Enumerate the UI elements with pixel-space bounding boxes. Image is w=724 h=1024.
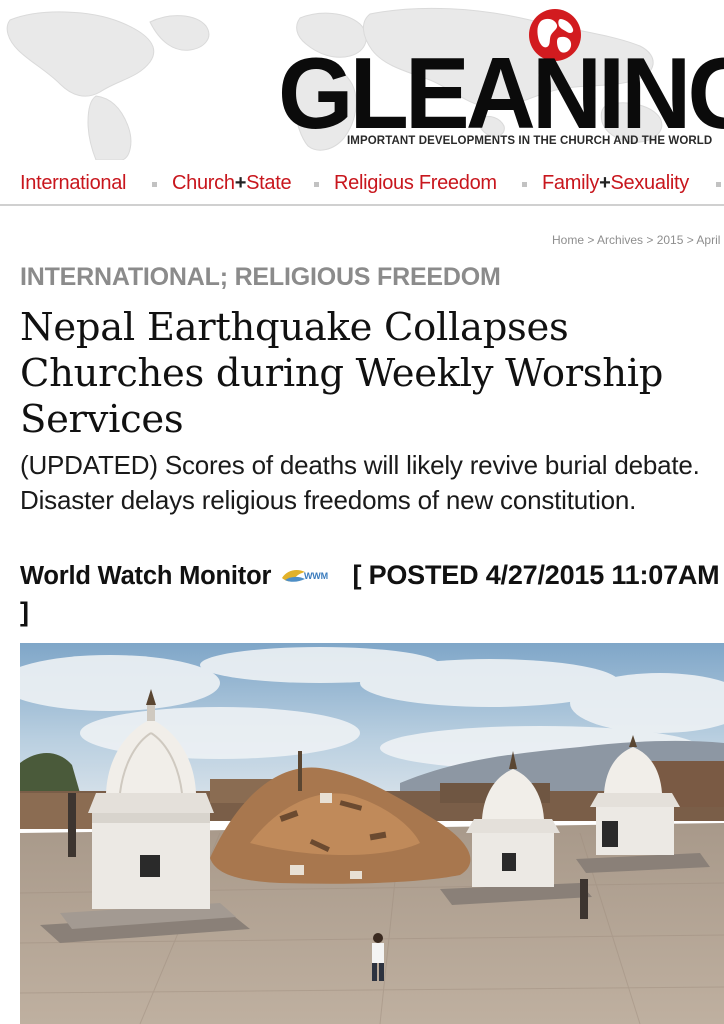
- nav-item-family-sexuality[interactable]: Family+Sexuality: [542, 172, 689, 195]
- nav-item-religious-freedom[interactable]: Religious Freedom: [334, 172, 497, 195]
- article-deck: (UPDATED) Scores of deaths will likely r…: [20, 450, 700, 515]
- site-name-logo[interactable]: GLEANINGS: [278, 44, 724, 145]
- site-tagline: IMPORTANT DEVELOPMENTS IN THE CHURCH AND…: [347, 135, 713, 147]
- byline: World Watch Monitor WWM [ POSTED 4/27/20…: [20, 557, 720, 630]
- masthead: GLEANINGS IMPORTANT DEVELOPMENTS IN THE …: [0, 0, 724, 206]
- nav-item-church-state[interactable]: Church+State: [172, 172, 292, 195]
- nav-separator: [716, 182, 721, 187]
- main-nav: International Church+State Religious Fre…: [0, 166, 724, 204]
- earthquake-photo-image: [20, 643, 724, 1024]
- wwm-logo-text: WWM: [304, 571, 328, 581]
- article-photo[interactable]: [20, 643, 724, 1024]
- nav-item-international[interactable]: International: [20, 172, 126, 195]
- article-headline: Nepal Earthquake Collapses Churches duri…: [20, 305, 664, 442]
- nav-separator: [522, 182, 527, 187]
- breadcrumb[interactable]: Home > Archives > 2015 > April: [552, 233, 720, 247]
- page: GLEANINGS IMPORTANT DEVELOPMENTS IN THE …: [0, 0, 724, 1024]
- nav-separator: [152, 182, 157, 187]
- wwm-logo-icon: WWM: [282, 569, 328, 582]
- article-source[interactable]: World Watch Monitor: [20, 562, 271, 590]
- nav-divider: [0, 204, 724, 206]
- nav-separator: [314, 182, 319, 187]
- article-category[interactable]: INTERNATIONAL; RELIGIOUS FREEDOM: [20, 263, 501, 292]
